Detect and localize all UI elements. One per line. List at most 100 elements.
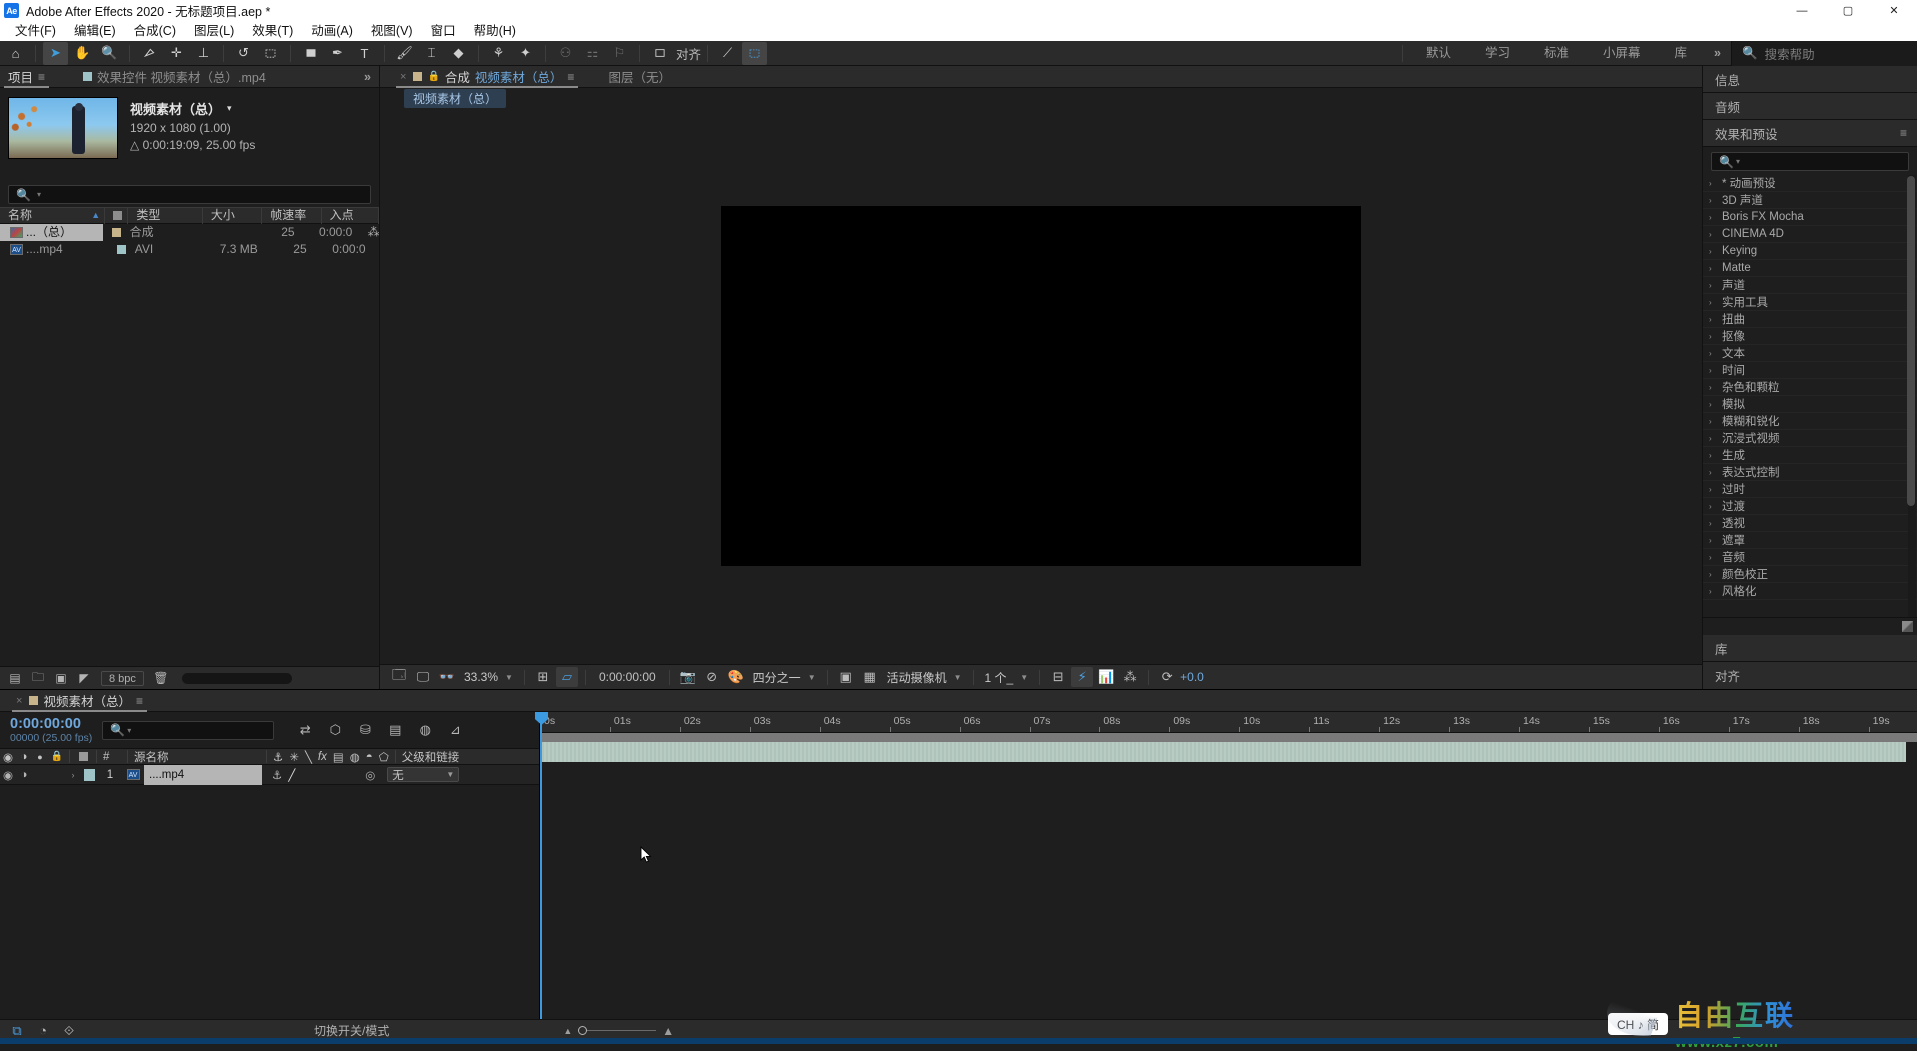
magnification-select[interactable]: 33.3% ▼ [460, 670, 517, 684]
column-solo-icon[interactable]: ● [32, 749, 48, 765]
selection-tool[interactable]: ➤ [43, 41, 68, 65]
menu-item-edit[interactable]: 编辑(E) [65, 21, 125, 41]
effect-category-row[interactable]: › 3D 声道 [1703, 192, 1917, 209]
chevron-right-icon[interactable]: › [1709, 434, 1717, 443]
eraser-tool[interactable]: ◆ [446, 42, 471, 65]
column-header-name[interactable]: 名称 [8, 207, 32, 224]
region-of-interest-icon[interactable]: ▱ [555, 667, 578, 687]
adjustment-switch-icon[interactable]: ◓ [366, 751, 373, 763]
chevron-right-icon[interactable]: › [1709, 213, 1717, 222]
libraries-panel-header[interactable]: 库 [1703, 635, 1917, 662]
timeline-graph-icon[interactable]: 📊 [1095, 667, 1117, 687]
chevron-right-icon[interactable]: › [1709, 417, 1717, 426]
new-composition-icon[interactable]: ▣ [51, 669, 71, 687]
roto-brush-tool[interactable]: ⚘ [486, 42, 511, 65]
effect-category-row[interactable]: › 文本 [1703, 345, 1917, 362]
breadcrumb-item[interactable]: 视频素材（总） [404, 88, 507, 108]
chevron-right-icon[interactable]: › [1709, 247, 1717, 256]
column-index-header[interactable]: # [100, 749, 124, 765]
composition-stage[interactable] [380, 108, 1702, 664]
row-label-swatch[interactable] [111, 228, 121, 237]
workspace-overflow-icon[interactable]: » [1704, 41, 1731, 66]
layer-audio-toggle[interactable]: ◑ [16, 765, 32, 785]
snapping-tool[interactable]: ⟋ [715, 42, 740, 65]
pixel-aspect-correction-icon[interactable]: ⊟ [1047, 667, 1069, 687]
timeline-ruler[interactable]: 0s 01s 02s 03s 04s 05s 06s 07s 08s 09s 10s 11s 12s 13… [540, 712, 1917, 733]
chevron-right-icon[interactable]: › [1709, 179, 1717, 188]
workspace-libraries[interactable]: 库 [1658, 41, 1705, 66]
panel-menu-icon[interactable]: ≡ [567, 70, 574, 84]
hand-tool[interactable]: ✋ [70, 42, 95, 65]
rotation-tool[interactable] [137, 42, 162, 65]
effect-category-row[interactable]: › 扭曲 [1703, 311, 1917, 328]
column-header-size[interactable]: 大小 [203, 207, 263, 224]
puppet-starch-tool[interactable]: ⚇ [553, 42, 578, 65]
chevron-right-icon[interactable]: › [1709, 383, 1717, 392]
table-row[interactable]: ...（总） 合成 25 0:00:0 ⁂ [0, 224, 379, 241]
column-header-label-icon[interactable] [113, 211, 123, 220]
chevron-right-icon[interactable]: › [1709, 400, 1717, 409]
chevron-right-icon[interactable]: › [1709, 553, 1717, 562]
reset-exposure-icon[interactable]: ⟳ [1156, 667, 1178, 687]
layer-expand-arrow[interactable]: › [66, 765, 80, 785]
effects-category-list[interactable]: › * 动画预设 › 3D 声道 › Boris FX Mocha › CINEMA 4D › K… [1703, 175, 1917, 617]
tab-project[interactable]: 项目 ≡ [0, 66, 53, 88]
effect-category-row[interactable]: › 实用工具 [1703, 294, 1917, 311]
table-row[interactable]: AV ....mp4 AVI 7.3 MB 25 0:00:0 [0, 241, 379, 258]
column-audio-icon[interactable]: ◑ [16, 749, 32, 765]
effects-search-input[interactable]: 🔍 ▾ [1711, 152, 1909, 171]
pen-tool[interactable]: ✒ [325, 42, 350, 65]
layer-anchor-switch[interactable]: ⚓ [272, 768, 282, 782]
help-search-box[interactable]: 🔍 搜索帮助 [1731, 41, 1917, 66]
layer-quality-switch[interactable]: ╱ [288, 768, 295, 782]
column-lock-icon[interactable]: 🔒 [48, 749, 66, 765]
zoom-slider-knob[interactable] [578, 1026, 588, 1035]
fx-switch-icon[interactable]: fx [318, 751, 327, 763]
anchor-switch-icon[interactable]: ⚓ [273, 750, 283, 764]
zoom-tool[interactable]: 🔍 [97, 42, 122, 65]
region-toggle-icon[interactable]: ▣ [835, 667, 857, 687]
column-header-framerate[interactable]: 帧速率 [262, 207, 322, 224]
graph-editor-icon[interactable]: ⊿ [444, 720, 466, 740]
motion-blur-icon[interactable]: ◍ [414, 720, 436, 740]
chevron-right-icon[interactable]: › [1709, 502, 1717, 511]
zoom-in-icon[interactable]: ▲ [662, 1024, 674, 1038]
composition-flowchart-icon[interactable]: ⁂ [1119, 667, 1141, 687]
snapping-enabled-icon[interactable] [742, 41, 768, 65]
tab-timeline-composition[interactable]: × 视频素材（总） ≡ [8, 690, 151, 712]
menu-item-window[interactable]: 窗口 [422, 21, 465, 41]
workspace-small-screen[interactable]: 小屏幕 [1586, 41, 1658, 66]
row-label-swatch[interactable] [116, 245, 126, 254]
menu-item-animation[interactable]: 动画(A) [302, 21, 362, 41]
layer-solo-toggle[interactable] [32, 765, 48, 785]
tab-layer[interactable]: 图层（无） [600, 66, 679, 88]
align-panel-header[interactable]: 对齐 [1703, 662, 1917, 689]
lock-icon[interactable]: 🔒 [427, 71, 439, 82]
effect-category-row[interactable]: › 声道 [1703, 277, 1917, 294]
chevron-right-icon[interactable]: › [1709, 349, 1717, 358]
chevron-right-icon[interactable]: › [1709, 485, 1717, 494]
column-visibility-icon[interactable]: ◉ [0, 749, 16, 765]
hide-shy-layers-icon[interactable]: ⛁ [354, 720, 376, 740]
bit-depth-button[interactable]: 8 bpc [101, 670, 144, 686]
effect-category-row[interactable]: › 生成 [1703, 447, 1917, 464]
quality-switch-icon[interactable]: ╲ [305, 750, 312, 764]
layer-parent-select[interactable]: 无 ▼ [387, 767, 460, 782]
effect-category-row[interactable]: › 抠像 [1703, 328, 1917, 345]
layer-row[interactable]: ◉ ◑ › 1 AV ....mp4 ⚓ ╱ ◎ 无 ▼ [0, 764, 539, 785]
menu-item-view[interactable]: 视图(V) [362, 21, 422, 41]
effect-category-row[interactable]: › Boris FX Mocha [1703, 209, 1917, 226]
collapse-switch-icon[interactable]: ✳ [289, 750, 299, 764]
3d-glasses-icon[interactable]: 👓 [436, 667, 458, 687]
column-source-name-header[interactable]: 源名称 [131, 749, 263, 765]
chevron-right-icon[interactable]: › [1709, 519, 1717, 528]
menu-item-file[interactable]: 文件(F) [6, 21, 65, 41]
current-time-display[interactable]: 0:00:00:00 [593, 670, 662, 684]
column-label-icon[interactable] [73, 749, 93, 765]
effect-category-row[interactable]: › 过渡 [1703, 498, 1917, 515]
item-dropdown-icon[interactable]: ▾ [227, 103, 232, 114]
switches-modes-label[interactable]: 切换开关/模式 [314, 1022, 389, 1039]
align-checkbox-icon[interactable] [647, 42, 672, 65]
flowchart-icon[interactable]: ⁂ [364, 224, 379, 241]
layer-clip-bar[interactable] [540, 742, 1906, 762]
